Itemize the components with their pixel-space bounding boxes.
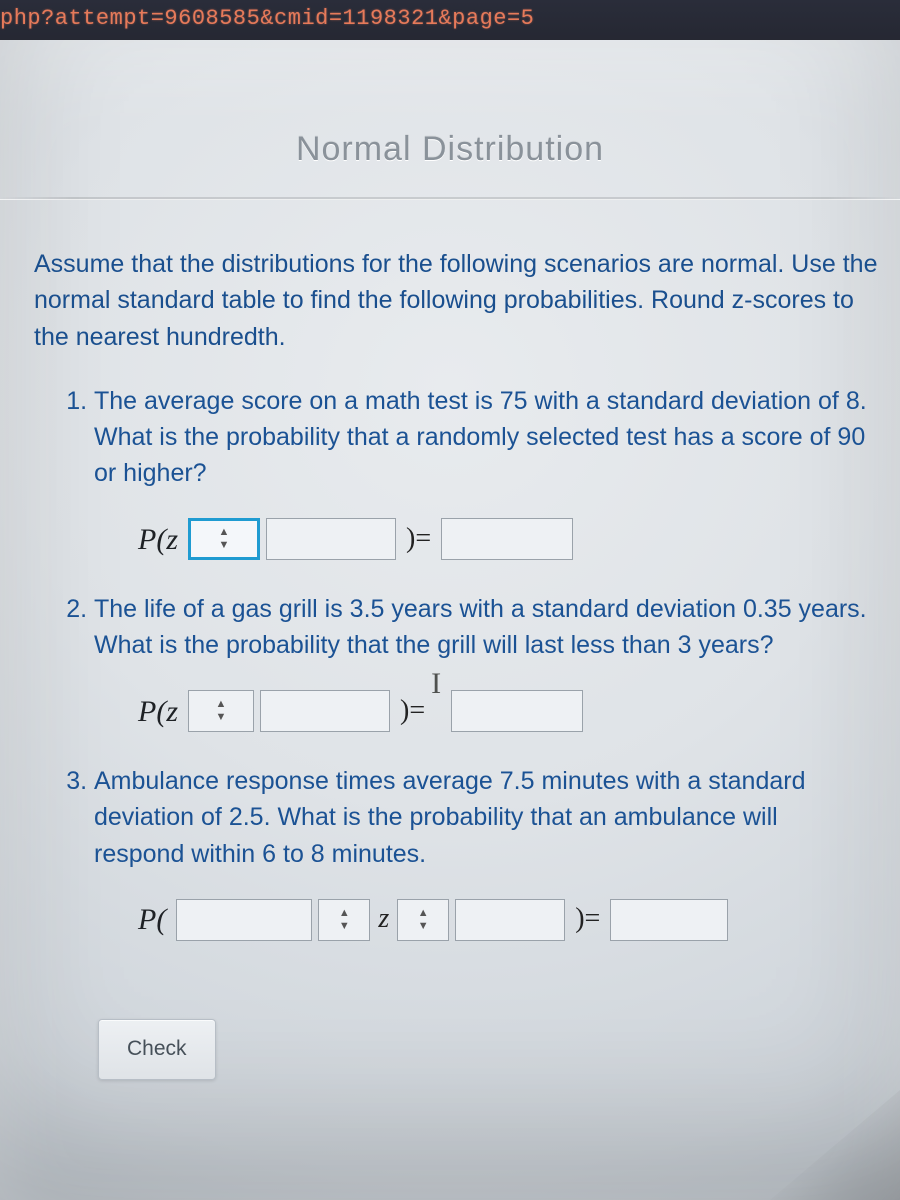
page-title-faded: Normal Distribution	[0, 130, 900, 169]
close-eq: )=	[396, 691, 429, 732]
pz-label: P(z	[138, 518, 182, 562]
q1-probability-input[interactable]	[441, 518, 573, 560]
q1-zscore-input[interactable]	[266, 518, 396, 560]
q3-answer-row: P( ▲▼ z ▲▼ )=	[138, 898, 870, 942]
browser-url-fragment: php?attempt=9608585&cmid=1198321&page=5	[0, 0, 900, 31]
check-button[interactable]: Check	[98, 1019, 216, 1079]
pz-label: P(z	[138, 690, 182, 734]
stepper-icon: ▲▼	[339, 908, 350, 932]
q2-comparison-select[interactable]: ▲▼	[188, 690, 254, 732]
close-eq: )=	[571, 899, 604, 940]
question-2: The life of a gas grill is 3.5 years wit…	[94, 591, 880, 733]
close-eq: )=	[402, 519, 435, 560]
stepper-icon: ▲▼	[219, 527, 230, 551]
quiz-page: Normal Distribution Assume that the dist…	[0, 40, 900, 1200]
question-3-text: Ambulance response times average 7.5 min…	[94, 767, 806, 868]
q1-answer-row: P(z ▲▼ )=	[138, 518, 870, 562]
q3-lower-compare-select[interactable]: ▲▼	[318, 899, 370, 941]
q2-answer-row: P(z ▲▼ )= I	[138, 690, 870, 734]
question-list: The average score on a math test is 75 w…	[34, 383, 880, 942]
q2-probability-input[interactable]	[451, 690, 583, 732]
stepper-icon: ▲▼	[216, 699, 227, 723]
z-label: z	[376, 899, 391, 940]
intro-text: Assume that the distributions for the fo…	[34, 246, 880, 355]
question-1-text: The average score on a math test is 75 w…	[94, 387, 867, 488]
q3-upper-z-input[interactable]	[455, 899, 565, 941]
page-curl-decoration	[770, 1090, 900, 1200]
question-1: The average score on a math test is 75 w…	[94, 383, 880, 561]
question-2-text: The life of a gas grill is 3.5 years wit…	[94, 595, 867, 659]
stepper-icon: ▲▼	[418, 908, 429, 932]
p-open-label: P(	[138, 898, 170, 942]
q3-lower-z-input[interactable]	[176, 899, 312, 941]
question-3: Ambulance response times average 7.5 min…	[94, 763, 880, 941]
q1-comparison-select[interactable]: ▲▼	[188, 518, 260, 560]
text-cursor-icon: I	[431, 667, 441, 700]
q3-upper-compare-select[interactable]: ▲▼	[397, 899, 449, 941]
q3-probability-input[interactable]	[610, 899, 728, 941]
q2-zscore-input[interactable]	[260, 690, 390, 732]
question-content: Assume that the distributions for the fo…	[0, 200, 900, 1080]
